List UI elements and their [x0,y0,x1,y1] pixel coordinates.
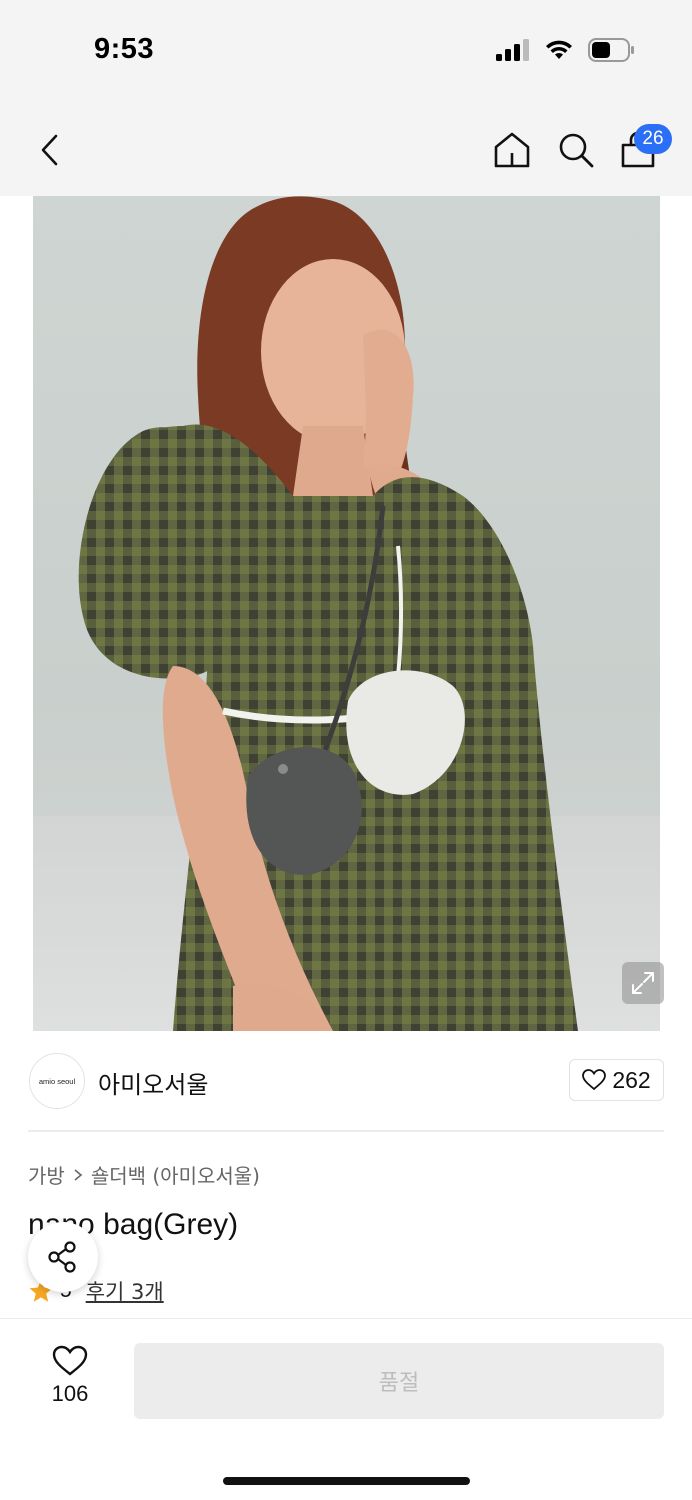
brand-logo[interactable]: amio seoul [29,1053,85,1109]
wishlist-count: 106 [51,1381,89,1406]
status-icons [496,38,634,66]
reviews-link[interactable]: 후기 3개 [86,1276,164,1306]
wifi-icon [544,39,574,65]
back-icon [41,134,58,166]
brand-like-count: 262 [612,1066,651,1093]
breadcrumb: 가방 숄더백 (아미오서울) [28,1160,260,1189]
brand-name[interactable]: 아미오서울 [98,1065,208,1100]
battery-icon [588,38,634,66]
heart-icon [52,1345,88,1376]
brand-logo-text: amio seoul [38,1076,76,1086]
home-indicator [223,1477,470,1485]
chevron-right-icon [74,1168,83,1181]
home-button[interactable] [490,128,534,172]
breadcrumb-item-category[interactable]: 가방 [28,1160,65,1189]
home-icon [494,132,530,168]
search-button[interactable] [554,128,598,172]
share-button[interactable] [28,1222,98,1292]
brand-row: amio seoul 아미오서울 262 [0,1031,692,1131]
status-time: 9:53 [94,33,155,65]
model-photo-illustration [78,196,578,1031]
bottom-action-bar: 106 품절 [0,1318,692,1500]
back-button[interactable] [28,128,72,172]
cart-count-badge: 26 [634,124,672,154]
breadcrumb-item-subcategory[interactable]: 숄더백 (아미오서울) [91,1160,260,1189]
heart-icon [582,1069,607,1091]
top-nav-bar: 26 [0,100,692,196]
expand-image-button[interactable] [622,962,664,1004]
soldout-button: 품절 [134,1343,664,1419]
product-image[interactable] [33,196,660,1031]
brand-like-button[interactable]: 262 [569,1059,664,1101]
signal-icon [496,39,530,65]
status-bar: 9:53 [0,0,692,100]
expand-icon [632,972,654,994]
share-icon [48,1241,76,1273]
soldout-label: 품절 [378,1371,420,1396]
divider [28,1130,664,1132]
search-icon [559,133,594,168]
wishlist-button[interactable]: 106 [40,1345,100,1415]
